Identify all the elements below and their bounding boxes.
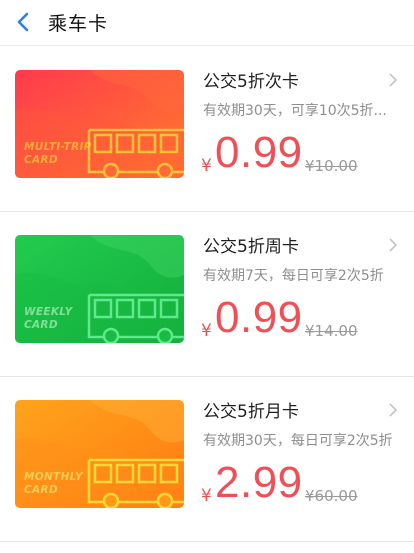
card-label: MONTHLY CARD	[24, 471, 83, 496]
original-price: ¥14.00	[305, 322, 358, 340]
price-currency: ¥	[201, 486, 212, 506]
card-name: 公交5折次卡	[203, 72, 299, 92]
card-name: 公交5折周卡	[203, 237, 299, 257]
price-value: 0.99	[215, 128, 303, 177]
card-description: 有效期30天，可享10次5折...	[203, 103, 387, 119]
back-button[interactable]	[8, 8, 38, 36]
page-title: 乘车卡	[48, 13, 109, 35]
price-value: 0.99	[215, 293, 303, 342]
card-image-multi-trip: MULTI-TRIP CARD	[15, 70, 184, 178]
card-description: 有效期7天，每日可享2次5折	[203, 268, 384, 284]
divider	[0, 541, 414, 542]
chevron-right-icon	[389, 238, 398, 252]
chevron-right-icon	[389, 73, 398, 87]
price-value: 2.99	[215, 458, 303, 507]
card-image-monthly: MONTHLY CARD	[15, 400, 184, 508]
card-item-monthly[interactable]: MONTHLY CARD 公交5折月卡 有效期30天，每日可享2次5折 ¥ 2.…	[0, 377, 414, 542]
card-item-multi-trip[interactable]: MULTI-TRIP CARD 公交5折次卡 有效期30天，可享10次5折...…	[0, 47, 414, 212]
top-bar: 乘车卡	[0, 0, 414, 46]
card-label: MULTI-TRIP CARD	[24, 141, 92, 166]
original-price: ¥10.00	[305, 157, 358, 175]
price-currency: ¥	[201, 156, 212, 176]
card-image-weekly: WEEKLY CARD	[15, 235, 184, 343]
card-description: 有效期30天，每日可享2次5折	[203, 433, 393, 449]
card-name: 公交5折月卡	[203, 402, 299, 422]
price-currency: ¥	[201, 321, 212, 341]
chevron-right-icon	[389, 403, 398, 417]
chevron-left-icon	[17, 12, 29, 32]
original-price: ¥60.00	[305, 487, 358, 505]
card-item-weekly[interactable]: WEEKLY CARD 公交5折周卡 有效期7天，每日可享2次5折 ¥ 0.99…	[0, 212, 414, 377]
card-label: WEEKLY CARD	[24, 306, 73, 331]
